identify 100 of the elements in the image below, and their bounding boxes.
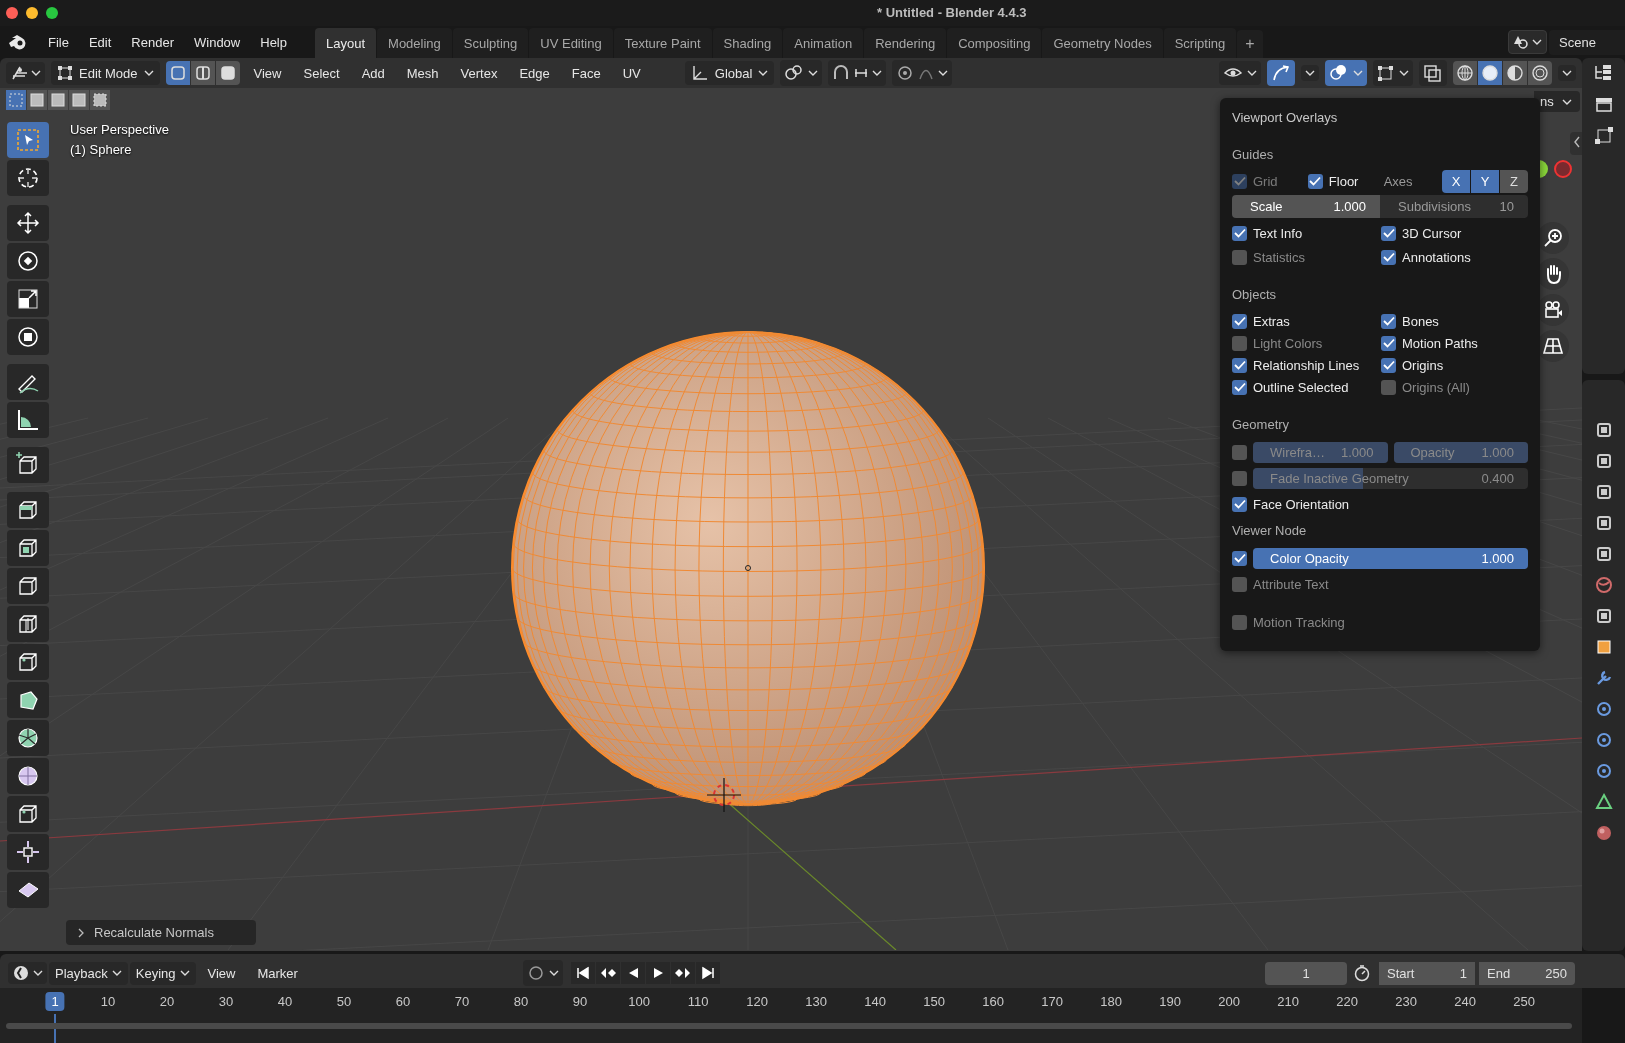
tool-button[interactable]: [7, 644, 49, 680]
workspace-tab[interactable]: Sculpting: [452, 28, 529, 58]
3d-cursor-icon[interactable]: [706, 777, 742, 813]
play-button[interactable]: [645, 962, 670, 984]
header-menu-item[interactable]: Face: [563, 65, 609, 81]
tool-button[interactable]: [7, 243, 49, 279]
current-frame-marker[interactable]: 1: [45, 992, 65, 1011]
selection-mode-button[interactable]: [48, 90, 68, 110]
scene-name-field[interactable]: Scene: [1549, 29, 1625, 55]
wireframe-checkbox[interactable]: [1232, 444, 1247, 460]
wireframe-shading-button[interactable]: [1453, 61, 1477, 85]
vertex-select-button[interactable]: [165, 61, 190, 85]
checkbox[interactable]: [1381, 313, 1396, 329]
rendered-shading-button[interactable]: [1528, 61, 1552, 85]
orientation-dropdown[interactable]: Global: [684, 61, 775, 85]
checkbox[interactable]: [1381, 379, 1396, 395]
sphere-mesh-drawing[interactable]: [511, 331, 985, 807]
tool-button[interactable]: [7, 281, 49, 317]
timeline-dropdown[interactable]: Keying: [129, 961, 196, 985]
tool-button[interactable]: [7, 796, 49, 832]
scene-selector-button[interactable]: [1508, 30, 1547, 54]
checkbox[interactable]: [1232, 313, 1247, 329]
tool-button[interactable]: [7, 834, 49, 870]
minimize-button[interactable]: [26, 7, 38, 19]
axis-toggle[interactable]: Z: [1500, 169, 1528, 193]
close-button[interactable]: [6, 7, 18, 19]
face-select-button[interactable]: [215, 61, 240, 85]
pivot-point-dropdown[interactable]: [780, 60, 823, 86]
mesh-edit-overlays-dropdown[interactable]: [1373, 60, 1413, 86]
overlay-checkbox[interactable]: Origins (All): [1381, 377, 1528, 397]
color-opacity-checkbox[interactable]: [1232, 550, 1247, 566]
checkbox[interactable]: [1232, 357, 1247, 373]
globe-icon[interactable]: [1593, 575, 1614, 595]
sidebar-toggle-button[interactable]: [1570, 132, 1582, 155]
tool-button[interactable]: [7, 364, 49, 400]
edge-select-button[interactable]: [190, 61, 215, 85]
checkbox[interactable]: [1381, 225, 1396, 241]
workspace-tab[interactable]: UV Editing: [529, 28, 613, 58]
overlays-button[interactable]: [1325, 60, 1367, 86]
menu-item[interactable]: Render: [121, 34, 184, 50]
tool-button[interactable]: [7, 606, 49, 642]
tool-button[interactable]: [7, 720, 49, 756]
header-menu-item[interactable]: Vertex: [452, 65, 506, 81]
maximize-button[interactable]: [46, 7, 58, 19]
current-frame-field[interactable]: 1: [1265, 961, 1347, 985]
color-opacity-slider[interactable]: Color Opacity 1.000: [1253, 547, 1528, 569]
header-menu-item[interactable]: Add: [353, 65, 393, 81]
gizmo-toggle-button[interactable]: [1267, 60, 1295, 86]
workspace-tab[interactable]: Rendering: [864, 28, 947, 58]
tool-button[interactable]: [7, 530, 49, 566]
auto-keying-button[interactable]: [522, 960, 563, 986]
workspace-tab[interactable]: Scripting: [1163, 28, 1237, 58]
fade-checkbox[interactable]: [1232, 470, 1247, 486]
workspace-tab[interactable]: Geometry Nodes: [1042, 28, 1163, 58]
menu-item[interactable]: Window: [184, 34, 251, 50]
checkbox[interactable]: [1232, 496, 1247, 512]
tool-button[interactable]: [7, 160, 49, 196]
checkbox[interactable]: [1381, 335, 1396, 351]
add-workspace-button[interactable]: +: [1237, 30, 1263, 58]
checkbox[interactable]: [1381, 249, 1396, 265]
tool-button[interactable]: [7, 319, 49, 355]
overlay-checkbox[interactable]: 3D Cursor: [1381, 223, 1528, 243]
floor-checkbox[interactable]: Floor: [1307, 171, 1359, 191]
selection-mode-button[interactable]: [27, 90, 47, 110]
header-menu-item[interactable]: Mesh: [398, 65, 447, 81]
workspace-tab[interactable]: Modeling: [377, 28, 452, 58]
header-menu-item[interactable]: UV: [614, 65, 649, 81]
tool-button[interactable]: [7, 205, 49, 241]
selection-mode-button[interactable]: [90, 90, 110, 110]
3d-viewport[interactable]: [0, 88, 1582, 951]
shading-dropdown[interactable]: [1558, 65, 1576, 81]
tool-button[interactable]: [7, 402, 49, 438]
workspace-tab[interactable]: Texture Paint: [613, 28, 712, 58]
workspace-tab[interactable]: Compositing: [947, 28, 1042, 58]
overlay-checkbox[interactable]: Annotations: [1381, 247, 1528, 267]
header-menu-item[interactable]: Select: [295, 65, 348, 81]
end-frame-field[interactable]: End 250: [1479, 961, 1575, 985]
overlay-checkbox[interactable]: Light Colors: [1232, 333, 1381, 353]
timeline-menu-item[interactable]: View: [197, 965, 246, 981]
workspace-tab[interactable]: Animation: [783, 28, 864, 58]
viewport-dropdown[interactable]: ns: [1534, 91, 1580, 112]
timeline-dropdown[interactable]: Playback: [49, 961, 128, 985]
checkbox[interactable]: [1381, 357, 1396, 373]
axis-toggle[interactable]: X: [1442, 169, 1470, 193]
overlay-checkbox[interactable]: Attribute Text: [1232, 574, 1329, 594]
editor-type-button[interactable]: [6, 62, 45, 84]
editor-type-button[interactable]: [8, 962, 47, 984]
x-axis-ball-icon[interactable]: [1554, 160, 1572, 178]
tool-button[interactable]: [7, 758, 49, 794]
gizmo-dropdown[interactable]: [1301, 65, 1319, 81]
checkbox[interactable]: [1232, 379, 1247, 395]
start-frame-field[interactable]: Start 1: [1379, 961, 1475, 985]
header-menu-item[interactable]: View: [245, 65, 290, 81]
tool-button[interactable]: [7, 447, 49, 483]
operator-panel[interactable]: Recalculate Normals: [66, 920, 256, 945]
mode-dropdown[interactable]: Edit Mode: [51, 61, 160, 85]
checkbox[interactable]: [1232, 335, 1247, 351]
blender-logo-icon[interactable]: [8, 34, 28, 50]
axis-toggle[interactable]: Y: [1471, 169, 1499, 193]
overlay-checkbox[interactable]: Text Info: [1232, 223, 1381, 243]
